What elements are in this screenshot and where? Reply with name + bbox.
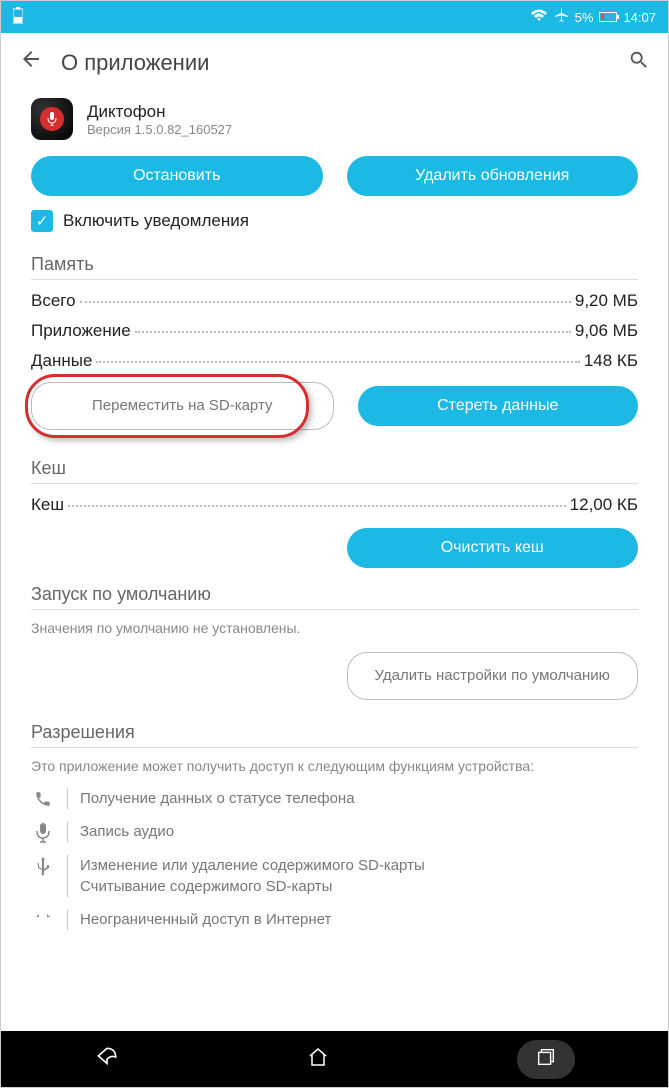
notifications-checkbox-row[interactable]: ✓ Включить уведомления: [1, 210, 668, 246]
status-time: 14:07: [623, 10, 656, 25]
nav-back-icon[interactable]: [94, 1044, 120, 1075]
page-title: О приложении: [61, 50, 610, 76]
clear-cache-button[interactable]: Очистить кеш: [347, 528, 639, 568]
memory-total-row: Всего 9,20 МБ: [31, 286, 638, 316]
clear-defaults-button[interactable]: Удалить настройки по умолчанию: [347, 652, 639, 700]
move-to-sd-button[interactable]: Переместить на SD-карту: [31, 382, 334, 430]
phone-icon: [31, 788, 55, 808]
app-header: О приложении: [1, 33, 668, 92]
battery-charging-icon: [13, 7, 23, 27]
navigation-bar: [1, 1031, 668, 1087]
permission-storage-row: Изменение или удаление содержимого SD-ка…: [31, 849, 638, 903]
clear-data-button[interactable]: Стереть данные: [358, 386, 639, 426]
cache-section-title: Кеш: [31, 450, 638, 484]
app-icon: [31, 98, 73, 140]
app-name: Диктофон: [87, 102, 232, 122]
permission-audio-row: Запись аудио: [31, 815, 638, 849]
nav-recent-icon[interactable]: [517, 1040, 575, 1079]
defaults-section-title: Запуск по умолчанию: [31, 576, 638, 610]
memory-section-title: Память: [31, 246, 638, 280]
uninstall-updates-button[interactable]: Удалить обновления: [347, 156, 639, 196]
back-arrow-icon[interactable]: [19, 47, 43, 78]
permission-internet-row: Неограниченный доступ в Интернет: [31, 903, 638, 936]
status-bar: 5% 14:07: [1, 1, 668, 33]
defaults-desc: Значения по умолчанию не установлены.: [31, 616, 638, 644]
cache-row: Кеш 12,00 КБ: [31, 490, 638, 520]
stop-button[interactable]: Остановить: [31, 156, 323, 196]
usb-icon: [31, 855, 55, 877]
mic-icon: [31, 821, 55, 843]
battery-low-icon: [599, 12, 617, 22]
wifi-icon: [530, 9, 548, 26]
checkbox-icon: ✓: [31, 210, 53, 232]
permission-phone-row: Получение данных о статусе телефона: [31, 782, 638, 815]
nav-home-icon[interactable]: [306, 1045, 330, 1074]
permissions-desc: Это приложение может получить доступ к с…: [31, 754, 638, 782]
network-icon: [31, 909, 55, 929]
airplane-icon: [554, 8, 569, 26]
search-icon[interactable]: [628, 49, 650, 77]
notifications-label: Включить уведомления: [63, 211, 249, 231]
app-info-row: Диктофон Версия 1.5.0.82_160527: [1, 92, 668, 156]
memory-data-row: Данные 148 КБ: [31, 346, 638, 376]
app-version: Версия 1.5.0.82_160527: [87, 122, 232, 137]
permissions-section-title: Разрешения: [31, 714, 638, 748]
memory-app-row: Приложение 9,06 МБ: [31, 316, 638, 346]
battery-percent: 5%: [575, 10, 594, 25]
